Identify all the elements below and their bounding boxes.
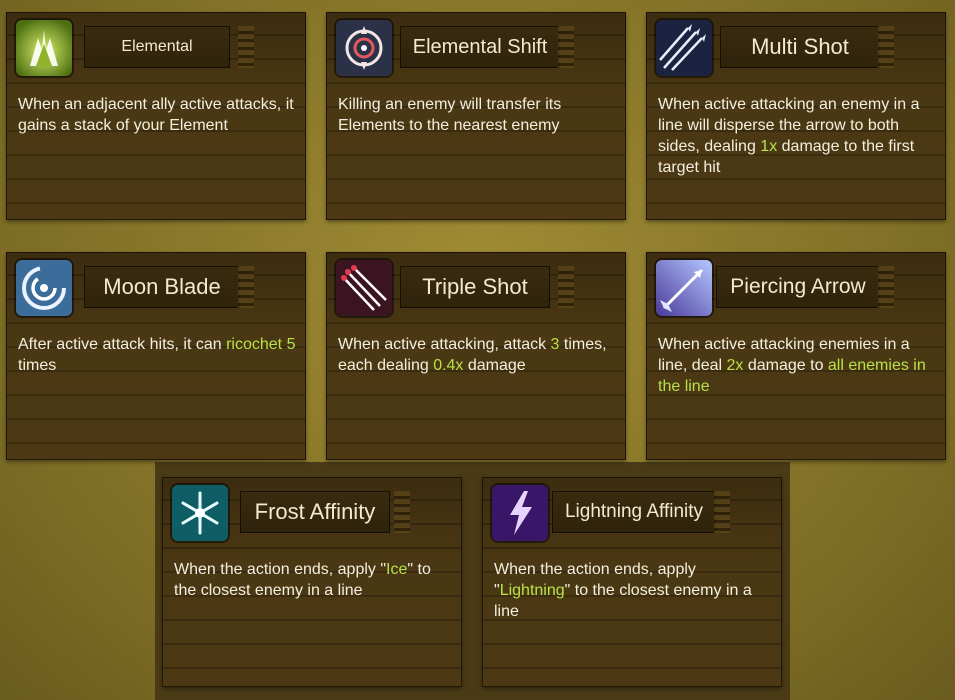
- description-text: times: [18, 357, 57, 374]
- title-notch: [714, 491, 730, 533]
- highlight-text: 1x: [760, 138, 778, 155]
- skill-title: Elemental: [84, 26, 230, 68]
- description-text: Killing an enemy will transfer its Eleme…: [338, 96, 562, 134]
- skill-title: Frost Affinity: [240, 491, 390, 533]
- skill-description: When active attacking enemies in a line,…: [658, 334, 938, 397]
- highlight-text: Ice: [386, 561, 408, 578]
- lightning-bolt-icon: [492, 485, 548, 541]
- description-text: When an adjacent ally active attacks, it…: [18, 96, 294, 134]
- skill-card-moon-blade[interactable]: Moon Blade After active attack hits, it …: [6, 252, 306, 460]
- title-notch: [558, 266, 574, 308]
- highlight-text: 2x: [726, 357, 744, 374]
- highlight-text: ricochet 5: [226, 336, 296, 353]
- skill-description: When an adjacent ally active attacks, it…: [18, 94, 298, 136]
- title-notch: [558, 26, 574, 68]
- skill-title: Piercing Arrow: [716, 266, 880, 308]
- title-notch: [238, 26, 254, 68]
- elemental-hand-icon: [16, 20, 72, 76]
- skill-card-piercing-arrow[interactable]: Piercing Arrow When active attacking ene…: [646, 252, 946, 460]
- skill-title: Triple Shot: [400, 266, 550, 308]
- skill-card-elemental[interactable]: Elemental When an adjacent ally active a…: [6, 12, 306, 220]
- description-text: When the action ends, apply ": [174, 561, 387, 578]
- triple-arrow-icon: [336, 260, 392, 316]
- snowflake-icon: [172, 485, 228, 541]
- skill-description: Killing an enemy will transfer its Eleme…: [338, 94, 618, 136]
- title-notch: [878, 266, 894, 308]
- moon-spiral-icon: [16, 260, 72, 316]
- description-text: After active attack hits, it can: [18, 336, 227, 353]
- skill-title: Multi Shot: [720, 26, 880, 68]
- skill-title: Lightning Affinity: [552, 491, 716, 533]
- skill-card-triple-shot[interactable]: Triple Shot When active attacking, attac…: [326, 252, 626, 460]
- title-notch: [238, 266, 254, 308]
- skill-description: When the action ends, apply "Lightning" …: [494, 559, 774, 622]
- skill-description: When active attacking an enemy in a line…: [658, 94, 938, 178]
- highlight-text: 0.4x: [433, 357, 464, 374]
- skill-title: Moon Blade: [84, 266, 240, 308]
- skill-card-multi-shot[interactable]: Multi Shot When active attacking an enem…: [646, 12, 946, 220]
- description-text: When active attacking, attack: [338, 336, 551, 353]
- description-text: damage to: [743, 357, 828, 374]
- piercing-arrow-icon: [656, 260, 712, 316]
- skill-description: When active attacking, attack 3 times, e…: [338, 334, 618, 376]
- skill-description: After active attack hits, it can ricoche…: [18, 334, 298, 376]
- elemental-shift-swirl-icon: [336, 20, 392, 76]
- title-notch: [878, 26, 894, 68]
- skill-card-frost-affinity[interactable]: Frost Affinity When the action ends, app…: [162, 477, 462, 687]
- title-notch: [394, 491, 410, 533]
- skill-card-elemental-shift[interactable]: Elemental Shift Killing an enemy will tr…: [326, 12, 626, 220]
- description-text: damage: [463, 357, 526, 374]
- skill-title: Elemental Shift: [400, 26, 560, 68]
- highlight-text: Lightning: [499, 582, 565, 599]
- multi-arrow-icon: [656, 20, 712, 76]
- skill-card-lightning-affinity[interactable]: Lightning Affinity When the action ends,…: [482, 477, 782, 687]
- skill-description: When the action ends, apply "Ice" to the…: [174, 559, 454, 601]
